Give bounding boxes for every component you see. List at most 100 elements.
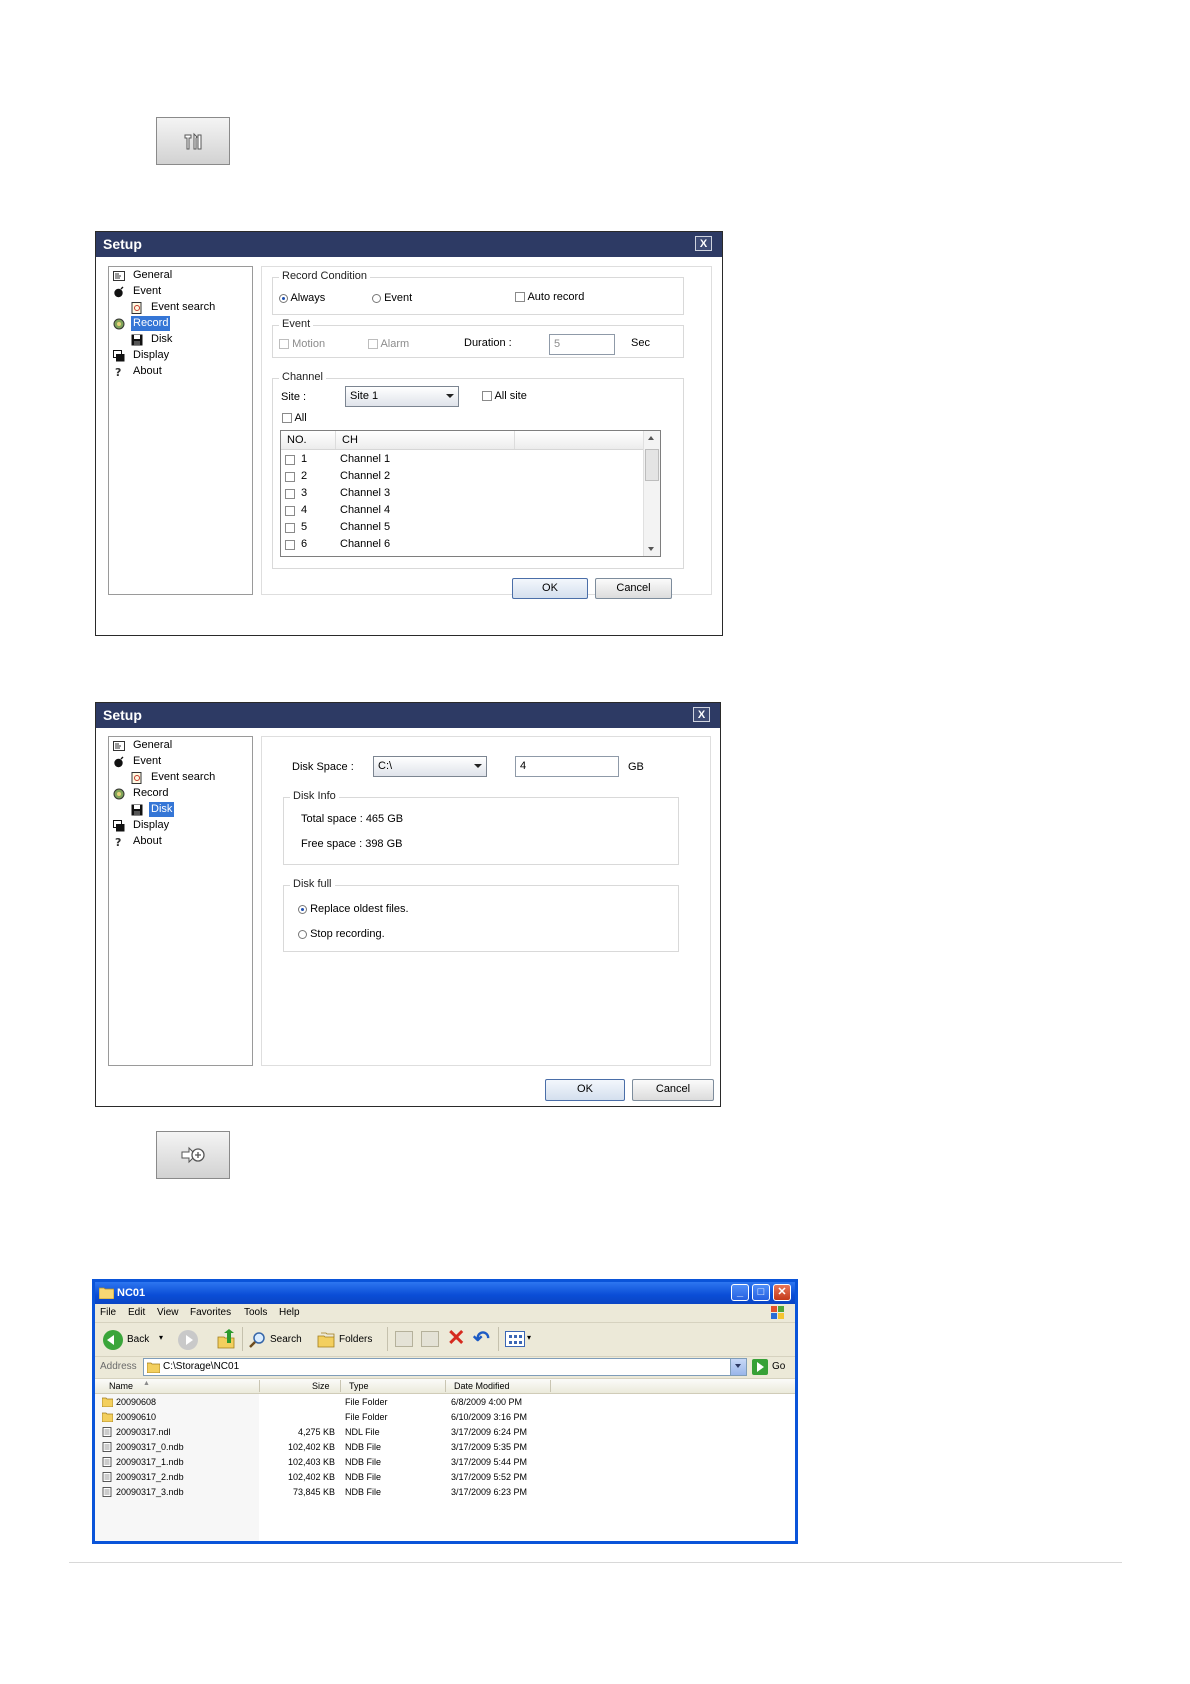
address-input[interactable]: C:\Storage\NC01 <box>143 1358 747 1376</box>
channel-list-scrollbar[interactable] <box>643 431 660 556</box>
tree-item-event[interactable]: Event <box>113 284 163 299</box>
copy-to-button[interactable] <box>421 1331 439 1347</box>
disk-full-group: Disk full Replace oldest files. Stop rec… <box>283 878 679 952</box>
delete-button[interactable]: ✕ <box>447 1325 467 1350</box>
ok-button[interactable]: OK <box>512 578 588 599</box>
channel-checkbox[interactable] <box>285 506 295 516</box>
tree-item-disk[interactable]: Disk <box>131 802 175 817</box>
always-radio[interactable]: Always <box>279 292 325 304</box>
address-dropdown[interactable] <box>730 1359 746 1375</box>
close-button[interactable]: X <box>693 707 710 722</box>
tree-item-label: Event search <box>151 771 216 783</box>
column-type[interactable]: Type <box>349 1381 369 1391</box>
explorer-title-bar: NC01 _ □ ✕ <box>95 1282 795 1304</box>
column-no[interactable]: NO. <box>287 434 307 446</box>
menu-file[interactable]: File <box>100 1304 116 1321</box>
channel-row[interactable]: 2 Channel 2 <box>281 468 645 485</box>
back-button[interactable]: Back ▾ <box>103 1329 167 1351</box>
file-type: File Folder <box>345 1397 388 1407</box>
channel-checkbox[interactable] <box>285 455 295 465</box>
tree-item-display[interactable]: Display <box>113 818 171 833</box>
event-radio[interactable]: Event <box>372 292 412 304</box>
disk-space-gb-input[interactable]: 4 <box>515 756 619 777</box>
scroll-up-icon[interactable] <box>648 436 654 440</box>
close-button[interactable]: X <box>695 236 712 251</box>
ok-button[interactable]: OK <box>545 1079 625 1101</box>
menu-tools[interactable]: Tools <box>244 1304 267 1321</box>
undo-button[interactable]: ↶ <box>473 1328 493 1350</box>
duration-input[interactable]: 5 <box>549 334 615 355</box>
file-icon <box>102 1427 112 1437</box>
column-size[interactable]: Size <box>312 1381 330 1391</box>
menu-favorites[interactable]: Favorites <box>190 1304 231 1321</box>
column-name[interactable]: Name <box>109 1381 133 1391</box>
tree-item-display[interactable]: Display <box>113 348 171 363</box>
tree-item-about[interactable]: ? About <box>113 834 164 849</box>
minimize-button[interactable]: _ <box>731 1284 749 1301</box>
folder-icon <box>102 1397 113 1407</box>
tree-item-general[interactable]: General <box>113 738 174 753</box>
file-date: 3/17/2009 5:44 PM <box>451 1457 528 1467</box>
file-row[interactable]: 20090317.ndl 4,275 KB NDL File 3/17/2009 6:… <box>95 1425 795 1440</box>
forward-button[interactable] <box>178 1330 198 1350</box>
file-row[interactable]: 20090317_1.ndb 102,403 KB NDB File 3/17/200… <box>95 1455 795 1470</box>
export-button[interactable] <box>156 1131 230 1179</box>
site-select[interactable]: Site 1 <box>345 386 459 407</box>
tree-item-general[interactable]: General <box>113 268 174 283</box>
channel-row[interactable]: 1 Channel 1 <box>281 451 645 468</box>
scroll-thumb[interactable] <box>645 449 659 481</box>
channel-checkbox[interactable] <box>285 489 295 499</box>
tree-item-event[interactable]: Event <box>113 754 163 769</box>
tree-item-about[interactable]: ? About <box>113 364 164 379</box>
file-row[interactable]: 20090608 File Folder 6/8/2009 4:00 PM <box>95 1395 795 1410</box>
tree-item-record[interactable]: Record <box>113 316 171 331</box>
file-row[interactable]: 20090610 File Folder 6/10/2009 3:16 PM <box>95 1410 795 1425</box>
motion-checkbox[interactable]: Motion <box>279 338 325 350</box>
move-to-button[interactable] <box>395 1331 413 1347</box>
cancel-button[interactable]: Cancel <box>595 578 672 599</box>
column-ch[interactable]: CH <box>342 434 358 446</box>
channel-row[interactable]: 4 Channel 4 <box>281 502 645 519</box>
file-row[interactable]: 20090317_2.ndb 102,402 KB NDB File 3/17/200… <box>95 1470 795 1485</box>
auto-record-checkbox[interactable]: Auto record <box>515 291 584 303</box>
file-row[interactable]: 20090317_0.ndb 102,402 KB NDB File 3/17/200… <box>95 1440 795 1455</box>
disk-icon <box>131 804 143 816</box>
views-button[interactable]: ▾ <box>505 1331 537 1349</box>
tree-item-disk[interactable]: Disk <box>131 332 174 347</box>
replace-oldest-radio[interactable]: Replace oldest files. <box>298 903 409 915</box>
channel-row[interactable]: 5 Channel 5 <box>281 519 645 536</box>
dialog-title: Setup <box>103 707 142 723</box>
scroll-down-icon[interactable] <box>648 547 654 551</box>
file-row[interactable]: 20090317_3.ndb 73,845 KB NDB File 3/17/2009… <box>95 1485 795 1500</box>
all-channels-checkbox[interactable]: All <box>282 412 307 424</box>
file-type: File Folder <box>345 1412 388 1422</box>
menu-help[interactable]: Help <box>279 1304 300 1321</box>
tree-item-event-search[interactable]: Event search <box>131 300 217 315</box>
maximize-button[interactable]: □ <box>752 1284 770 1301</box>
menu-view[interactable]: View <box>157 1304 179 1321</box>
folders-button[interactable]: Folders <box>317 1329 381 1351</box>
channel-checkbox[interactable] <box>285 540 295 550</box>
search-button[interactable]: Search <box>248 1329 310 1351</box>
stop-recording-radio[interactable]: Stop recording. <box>298 928 385 940</box>
all-site-checkbox[interactable]: All site <box>482 390 527 402</box>
tree-item-record[interactable]: Record <box>113 786 170 801</box>
channel-row[interactable]: 3 Channel 3 <box>281 485 645 502</box>
menu-edit[interactable]: Edit <box>128 1304 145 1321</box>
tree-item-event-search[interactable]: Event search <box>131 770 217 785</box>
disk-select[interactable]: C:\ <box>373 756 487 777</box>
channel-row[interactable]: 6 Channel 6 <box>281 536 645 553</box>
channel-checkbox[interactable] <box>285 472 295 482</box>
alarm-checkbox[interactable]: Alarm <box>368 338 409 350</box>
setup-button[interactable] <box>156 117 230 165</box>
dialog-title-bar: Setup X <box>96 232 722 257</box>
delete-x-icon: ✕ <box>447 1325 466 1350</box>
record-icon <box>113 788 125 800</box>
column-date-modified[interactable]: Date Modified <box>454 1381 510 1391</box>
close-button[interactable]: ✕ <box>773 1284 791 1301</box>
cancel-button[interactable]: Cancel <box>632 1079 714 1101</box>
channel-checkbox[interactable] <box>285 523 295 533</box>
up-folder-button[interactable] <box>217 1329 235 1349</box>
channel-name: Channel 6 <box>340 538 391 550</box>
go-button[interactable]: Go <box>752 1358 794 1376</box>
